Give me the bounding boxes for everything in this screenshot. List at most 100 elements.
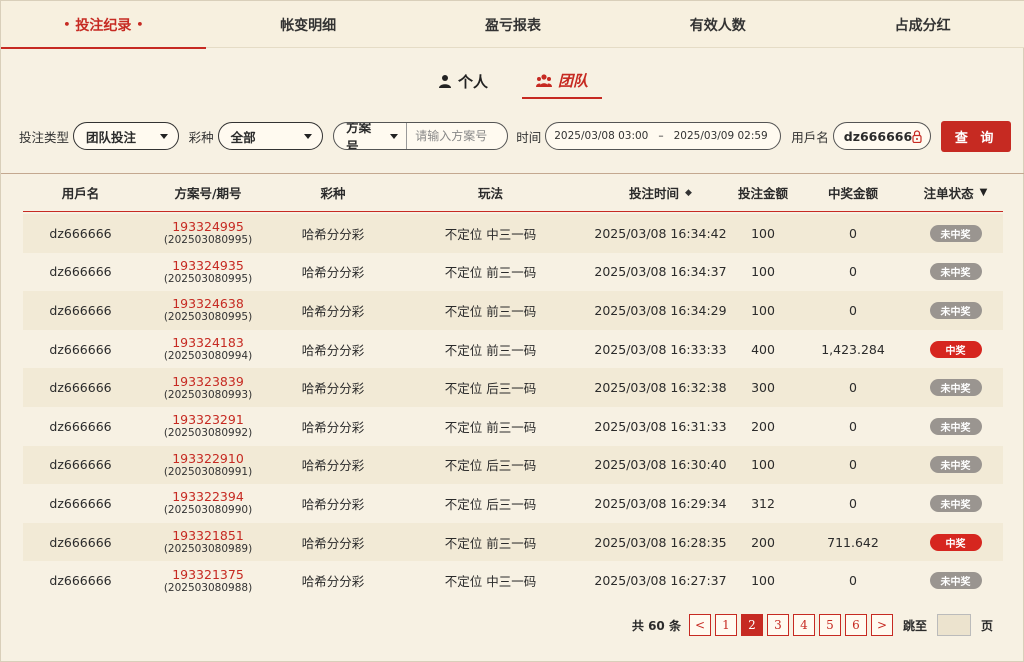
page-button-2[interactable]: 2 [740,614,763,636]
tab-profit-loss-report[interactable]: 盈亏报表 [411,1,616,48]
bet-amount-text: 200 [751,418,775,434]
tab-team-label: 团队 [558,71,589,90]
play-text: 不定位 中三一码 [444,226,537,242]
username-text: dz666666 [49,341,112,357]
table-header: 用戶名 方案号/期号 彩种 玩法 投注时间 ◆ 投注金额 中奖金额 注单状态 ▼ [23,174,1003,212]
period-number: (202503080995) [163,234,253,247]
page-button-3[interactable]: 3 [766,614,789,636]
filter-triangle-icon[interactable]: ▼ [980,187,988,198]
person-icon [438,75,451,88]
cell-play: 不定位 前三一码 [388,262,593,281]
plan-number-link[interactable]: 193323291 [172,413,244,427]
page-button-1[interactable]: 1 [714,614,737,636]
cell-prize-amount: 0 [798,496,908,511]
tab-personal[interactable]: 个人 [424,63,502,99]
cell-lottery: 哈希分分彩 [278,494,388,513]
status-badge: 未中奖 [929,379,982,397]
bet-time-text: 2025/03/08 16:34:42 [594,225,727,241]
bet-amount-text: 300 [751,380,775,396]
page-button-6[interactable]: 6 [844,614,867,636]
lottery-text: 哈希分分彩 [301,342,365,358]
cell-prize-amount: 711.642 [798,535,908,550]
cell-bet-amount: 100 [728,457,798,472]
table-row: dz666666 193323291 (202503080992) 哈希分分彩 不定位 … [23,407,1003,446]
bet-type-select[interactable]: 团队投注 [73,122,179,150]
tab-label: 占成分红 [894,17,951,34]
cell-plan-period: 193324935 (202503080995) [138,258,278,285]
plan-type-value: 方案号 [346,122,372,150]
query-button[interactable]: 查 询 [941,120,1011,152]
plan-number-input[interactable] [407,123,508,149]
prize-amount-text: 0 [849,225,857,241]
jump-page-input[interactable] [936,614,971,636]
col-lottery: 彩种 [278,183,388,202]
cell-play: 不定位 中三一码 [388,224,593,243]
table-row: dz666666 193324183 (202503080994) 哈希分分彩 不定位 … [23,329,1003,369]
page-button-4[interactable]: 4 [792,614,815,636]
cell-bet-amount: 312 [728,496,798,511]
header-label: 投注时间 [629,186,680,201]
cell-bet-time: 2025/03/08 16:34:42 [593,226,728,241]
lottery-label: 彩种 [188,129,214,145]
cell-bet-time: 2025/03/08 16:30:40 [593,457,728,472]
bet-time-text: 2025/03/08 16:34:29 [594,302,727,318]
time-label: 时间 [516,129,542,145]
bet-type-label: 投注类型 [19,129,70,145]
prize-amount-text: 0 [849,302,857,318]
period-number: (202503080988) [163,581,253,594]
plan-number-link[interactable]: 193324183 [172,336,244,350]
tab-share-dividend[interactable]: 占成分红 [820,1,1024,48]
cell-lottery: 哈希分分彩 [278,417,388,436]
plan-number-link[interactable]: 193321851 [172,529,244,543]
tab-label: 有效人数 [689,17,746,34]
play-text: 不定位 前三一码 [444,265,537,281]
plan-number-link[interactable]: 193322394 [172,490,244,504]
bullet-icon: • [63,18,71,31]
status-badge: 未中奖 [929,456,982,474]
header-label: 玩法 [477,186,503,201]
play-text: 不定位 前三一码 [444,419,537,435]
prev-page-button[interactable]: < [688,614,711,636]
period-number: (202503080995) [163,272,253,285]
bet-records-table: 用戶名 方案号/期号 彩种 玩法 投注时间 ◆ 投注金额 中奖金额 注单状态 ▼… [1,173,1024,662]
tab-bet-records[interactable]: • 投注纪录 • [1,1,206,49]
bullet-icon: • [136,18,144,31]
col-play: 玩法 [388,183,593,202]
sort-icon[interactable]: ◆ [685,188,692,198]
col-status[interactable]: 注单状态 ▼ [908,183,1003,202]
tab-team[interactable]: 团队 [522,63,603,99]
header-label: 彩种 [320,186,346,201]
plan-number-link[interactable]: 193324935 [172,258,244,273]
next-page-button[interactable]: > [870,614,893,636]
cell-play: 不定位 前三一码 [388,340,593,359]
bet-time-text: 2025/03/08 16:32:38 [594,380,727,396]
username-text: dz666666 [49,573,112,589]
cell-status: 未中奖 [908,224,1003,242]
username-text: dz666666 [49,495,112,511]
bet-amount-text: 312 [751,495,775,511]
plan-number-link[interactable]: 193322910 [172,451,244,466]
plan-number-link[interactable]: 193323839 [172,374,244,389]
plan-number-link[interactable]: 193321375 [172,567,244,582]
table-row: dz666666 193324995 (202503080995) 哈希分分彩 不定位 … [23,214,1003,253]
page-button-5[interactable]: 5 [818,614,841,636]
plan-number-link[interactable]: 193324638 [172,297,244,311]
tab-active-members[interactable]: 有效人数 [615,1,820,48]
team-icon [536,74,552,87]
bet-amount-text: 100 [751,573,775,589]
col-bet-time[interactable]: 投注时间 ◆ [593,183,728,202]
date-separator: – [658,130,664,142]
cell-play: 不定位 中三一码 [388,571,593,590]
plan-number-link[interactable]: 193324995 [172,220,244,234]
lottery-text: 哈希分分彩 [301,458,365,474]
cell-status: 中奖 [908,533,1003,551]
tab-personal-label: 个人 [457,72,488,91]
period-number: (202503080989) [163,543,253,556]
lottery-select[interactable]: 全部 [217,122,324,150]
tab-account-changes[interactable]: 帐变明细 [206,1,411,48]
date-range-picker[interactable]: 2025/03/08 03:00 – 2025/03/09 02:59 [545,122,782,150]
plan-search-group: 方案号 [333,122,509,150]
username-input[interactable]: dz666666 [832,122,932,150]
bet-time-text: 2025/03/08 16:29:34 [594,495,727,511]
plan-type-select[interactable]: 方案号 [334,122,408,150]
